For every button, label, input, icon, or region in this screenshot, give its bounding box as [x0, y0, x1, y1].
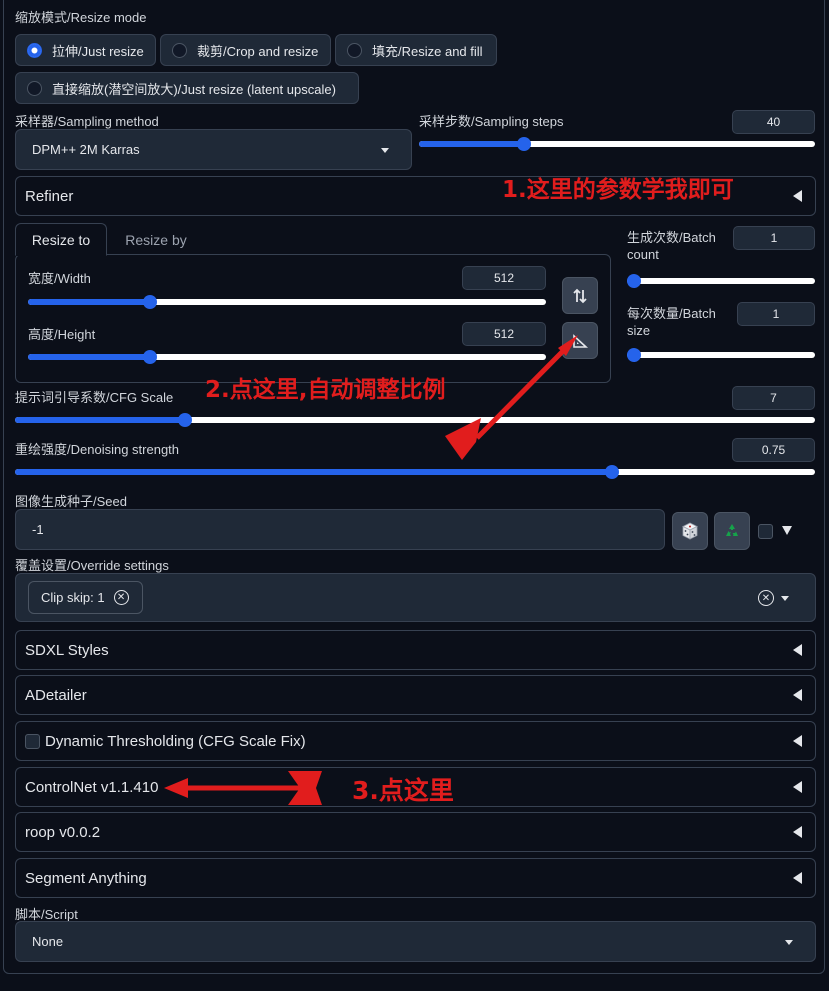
arrow-to-aspect-button [445, 335, 578, 460]
arrow-to-controlnet [164, 771, 322, 805]
annotation-arrows [164, 335, 578, 805]
